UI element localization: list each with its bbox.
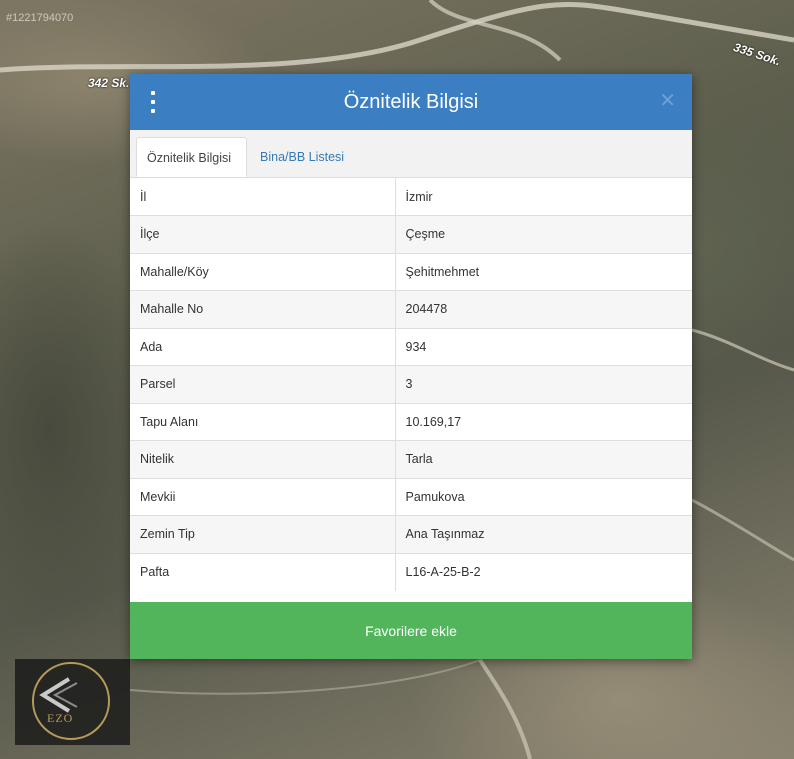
table-row: İlçe Çeşme [130, 215, 692, 253]
row-value: 3 [395, 365, 692, 403]
table-row: Tapu Alanı 10.169,17 [130, 402, 692, 441]
watermark-logo: EZO [15, 659, 130, 745]
tab-building-list[interactable]: Bina/BB Listesi [250, 137, 354, 177]
row-value: Şehitmehmet [395, 252, 692, 291]
row-value: L16-A-25-B-2 [395, 552, 692, 591]
row-value: İzmir [405, 189, 433, 204]
row-value: Pamukova [395, 477, 692, 516]
table-row: İl İzmir [130, 178, 692, 216]
row-value: 204478 [395, 290, 692, 328]
tab-attribute-info[interactable]: Öznitelik Bilgisi [136, 137, 247, 177]
kebab-menu-icon[interactable] [148, 91, 158, 113]
row-key: Ada [130, 327, 396, 366]
table-row: Mahalle/Köy Şehitmehmet [130, 252, 692, 291]
table-row: Zemin Tip Ana Taşınmaz [130, 515, 692, 553]
row-value: Ana Taşınmaz [395, 515, 692, 553]
table-row: Mevkii Pamukova [130, 477, 692, 516]
row-value: 934 [395, 327, 692, 366]
logo-chevron-icon [39, 677, 78, 713]
row-key: Pafta [130, 552, 396, 591]
dialog-header: Öznitelik Bilgisi ✕ [130, 74, 692, 130]
table-row: Mahalle No 204478 [130, 290, 692, 328]
dialog-tabs: Öznitelik Bilgisi Bina/BB Listesi [130, 130, 692, 178]
map-id-label: #1221794070 [6, 12, 74, 24]
row-key: Mevkii [130, 477, 396, 516]
close-icon[interactable]: ✕ [659, 90, 676, 112]
table-row: Nitelik Tarla [130, 440, 692, 478]
attribute-table: İl İzmir İlçe Çeşme Mahalle/Köy Şehitmehmet… [130, 178, 692, 591]
row-value: Tarla [395, 440, 692, 478]
logo-text: EZO [47, 711, 74, 725]
add-to-favorites-button[interactable]: Favorilere ekle [130, 602, 692, 659]
row-key: Nitelik [130, 440, 396, 478]
row-key: İl [130, 178, 396, 216]
row-key: Mahalle/Köy [130, 252, 396, 291]
row-key: Mahalle No [130, 290, 396, 328]
row-key: Tapu Alanı [130, 402, 396, 441]
table-row: Pafta L16-A-25-B-2 [130, 552, 692, 591]
row-key: İlçe [130, 215, 396, 253]
row-key: Parsel [130, 365, 396, 403]
row-value: 10.169,17 [395, 402, 692, 441]
street-label: 342 Sk. [88, 76, 130, 90]
dialog-title: Öznitelik Bilgisi [343, 90, 479, 113]
row-key: Zemin Tip [130, 515, 396, 553]
table-row: Parsel 3 [130, 365, 692, 403]
attribute-info-dialog: Öznitelik Bilgisi ✕ Öznitelik Bilgisi Bi… [130, 74, 692, 659]
table-row: Ada 934 [130, 327, 692, 366]
row-value: Çeşme [395, 215, 692, 253]
